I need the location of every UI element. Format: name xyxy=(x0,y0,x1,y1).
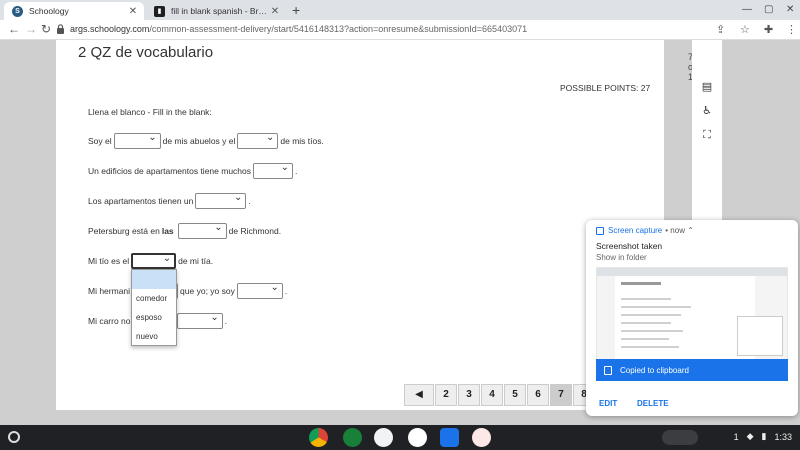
star-icon[interactable]: ☆ xyxy=(740,23,750,36)
current-page-button[interactable]: 7 xyxy=(550,384,572,406)
reload-icon[interactable]: ↻ xyxy=(41,22,51,36)
status-tray[interactable]: 1 ◆ ▮ 1:33 xyxy=(734,431,792,442)
delete-button[interactable]: DELETE xyxy=(637,399,669,408)
dropdown-option[interactable]: nuevo xyxy=(132,327,176,346)
clipboard-icon xyxy=(604,365,612,375)
dropdown-list: comedor esposo nuevo xyxy=(131,269,177,346)
app-icon[interactable] xyxy=(472,428,491,447)
question-pager: ◀ 2 3 4 5 6 7 8 xyxy=(404,384,596,406)
assessment-panel: 2 QZ de vocabulario 7 of 17 POSSIBLE POI… xyxy=(56,40,698,410)
classroom-icon[interactable] xyxy=(343,428,362,447)
extensions-icon[interactable]: ✚ xyxy=(764,23,773,36)
sentence-5: Mi tío es el de mi tía. xyxy=(88,253,213,269)
copied-to-clipboard-banner: Copied to clipboard xyxy=(596,359,788,381)
dropdown-option[interactable] xyxy=(132,270,176,289)
tab-strip: S Schoology ✕ ▮ fill in blank spanish - … xyxy=(0,0,800,20)
page-button[interactable]: 4 xyxy=(481,384,503,406)
blank-select-4[interactable] xyxy=(195,192,247,209)
tray-pill[interactable] xyxy=(662,430,698,445)
show-in-folder-link[interactable]: Show in folder xyxy=(596,253,647,262)
blank-select-3[interactable] xyxy=(253,162,294,179)
notification-header: Screen capture • now ⌃ xyxy=(596,226,694,235)
chrome-icon[interactable] xyxy=(309,428,328,447)
previous-page-button[interactable]: ◀ xyxy=(404,384,434,406)
page-title: 2 QZ de vocabulario xyxy=(78,44,214,61)
lock-icon xyxy=(57,24,64,34)
screenshot-notification: Screen capture • now ⌃ Screenshot taken … xyxy=(586,220,798,416)
wifi-icon: ◆ xyxy=(746,431,754,441)
close-window-icon[interactable]: ✕ xyxy=(786,4,794,15)
close-icon[interactable]: ✕ xyxy=(126,6,140,17)
page-button[interactable]: 2 xyxy=(435,384,457,406)
minimize-icon[interactable]: — xyxy=(742,4,752,15)
address-bar[interactable]: args.schoology.com/common-assessment-del… xyxy=(70,24,527,34)
blank-select-2[interactable] xyxy=(237,132,279,149)
forward-icon[interactable]: → xyxy=(25,22,37,36)
possible-points: POSSIBLE POINTS: 27 xyxy=(560,83,651,93)
page-button[interactable]: 6 xyxy=(527,384,549,406)
screenshot-thumbnail[interactable] xyxy=(596,267,788,373)
browser-toolbar: ← → ↻ args.schoology.com/common-assessme… xyxy=(0,20,800,40)
screen-capture-icon xyxy=(596,226,604,235)
new-tab-icon[interactable]: + xyxy=(292,2,300,18)
app-icon[interactable] xyxy=(440,428,459,447)
accessibility-icon[interactable]: ♿ xyxy=(700,104,714,118)
notification-badge: 1 xyxy=(733,431,739,442)
tab-title: fill in blank spanish - Brainly.com xyxy=(171,6,268,16)
blank-select-5[interactable] xyxy=(177,222,227,239)
tab-title: Schoology xyxy=(29,6,69,16)
page-button[interactable]: 5 xyxy=(504,384,526,406)
url-host: args.schoology.com xyxy=(70,24,150,34)
dropdown-option[interactable]: esposo xyxy=(132,308,176,327)
schoology-icon: S xyxy=(12,5,23,17)
sentence-4: Petersburg está en las de Richmond. xyxy=(88,222,281,239)
blank-select-9[interactable] xyxy=(176,312,223,329)
fullscreen-icon[interactable]: ⛶ xyxy=(700,128,714,142)
tab-brainly[interactable]: ▮ fill in blank spanish - Brainly.com ✕ xyxy=(146,2,286,20)
page-button[interactable]: 3 xyxy=(458,384,480,406)
edit-button[interactable]: EDIT xyxy=(599,399,617,408)
share-icon[interactable]: ⇪ xyxy=(716,23,725,36)
clock: 1:33 xyxy=(774,431,792,442)
app-icon[interactable] xyxy=(374,428,393,447)
sentence-3: Los apartamentos tienen un . xyxy=(88,192,251,209)
tab-schoology[interactable]: S Schoology ✕ xyxy=(4,2,144,20)
notification-title: Screenshot taken xyxy=(596,241,663,251)
sentence-2: Un edificios de apartamentos tiene mucho… xyxy=(88,162,297,179)
url-path: /common-assessment-delivery/start/541614… xyxy=(149,24,528,34)
launcher-icon[interactable] xyxy=(8,431,20,443)
app-icon[interactable] xyxy=(408,428,427,447)
blank-select-1[interactable] xyxy=(113,132,161,149)
brainly-icon: ▮ xyxy=(154,5,165,17)
dropdown-option[interactable]: comedor xyxy=(132,289,176,308)
back-icon[interactable]: ← xyxy=(8,22,20,36)
blank-select-8[interactable] xyxy=(236,282,283,299)
blank-select-6[interactable] xyxy=(131,253,177,269)
os-shelf: 1 ◆ ▮ 1:33 xyxy=(0,425,800,450)
battery-icon: ▮ xyxy=(761,431,767,441)
sentence-6: Mi hermani que yo; yo soy . xyxy=(88,282,287,299)
maximize-icon[interactable]: ▢ xyxy=(764,4,773,15)
sentence-1: Soy el de mis abuelos y el de mis tíos. xyxy=(88,132,324,149)
close-icon[interactable]: ✕ xyxy=(268,6,282,17)
instructions: Llena el blanco - Fill in the blank: xyxy=(88,107,212,117)
notes-icon[interactable]: ▤ xyxy=(700,80,714,94)
menu-icon[interactable]: ⋮ xyxy=(786,23,797,36)
